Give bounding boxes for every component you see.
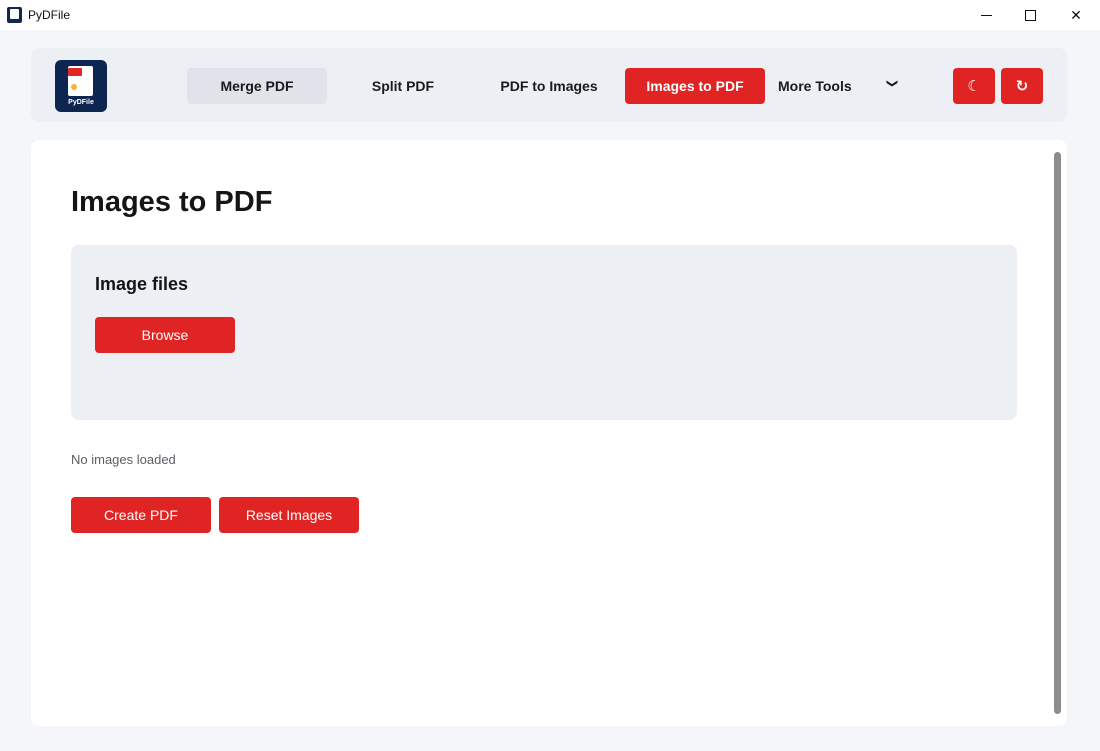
chevron-down-icon: ❯ [886,78,899,89]
refresh-icon: ↻ [1015,78,1029,95]
nav-images-to-pdf[interactable]: Images to PDF [625,68,765,104]
browse-button[interactable]: Browse [95,317,235,353]
window-title: PyDFile [28,8,71,22]
card-title: Image files [95,274,189,294]
nav-merge-pdf[interactable]: Merge PDF [187,68,327,104]
moon-icon: ☾ [967,78,981,95]
image-files-card: Image files Browse [71,245,1017,420]
reset-images-button[interactable]: Reset Images [219,497,359,533]
logo-python-icon [71,84,77,90]
theme-toggle-button[interactable]: ☾ [953,68,995,104]
nav-pdf-to-images[interactable]: PDF to Images [479,68,619,104]
page-title: Images to PDF [71,186,273,218]
close-icon: ✕ [1070,6,1082,23]
title-bar: PyDFile ✕ [0,0,1100,30]
minimize-icon [980,14,992,16]
minimize-button[interactable] [963,0,1009,30]
more-tools-label: More Tools [778,78,852,94]
logo-text: PyDFile [68,99,94,106]
logo-pdf-badge [68,68,82,76]
vertical-scrollbar[interactable] [1054,152,1061,714]
refresh-button[interactable]: ↻ [1001,68,1043,104]
close-button[interactable]: ✕ [1053,0,1099,30]
maximize-icon [1024,9,1036,21]
create-pdf-button[interactable]: Create PDF [71,497,211,533]
app-logo: PyDFile [55,60,107,112]
more-tools-dropdown[interactable]: More Tools ❯ [778,68,908,104]
nav-split-pdf[interactable]: Split PDF [333,68,473,104]
status-text: No images loaded [71,452,176,467]
maximize-button[interactable] [1007,0,1053,30]
app-icon [7,7,22,23]
main-panel: Images to PDF Image files Browse No imag… [31,140,1067,726]
top-navbar: PyDFile Merge PDF Split PDF PDF to Image… [31,48,1067,122]
